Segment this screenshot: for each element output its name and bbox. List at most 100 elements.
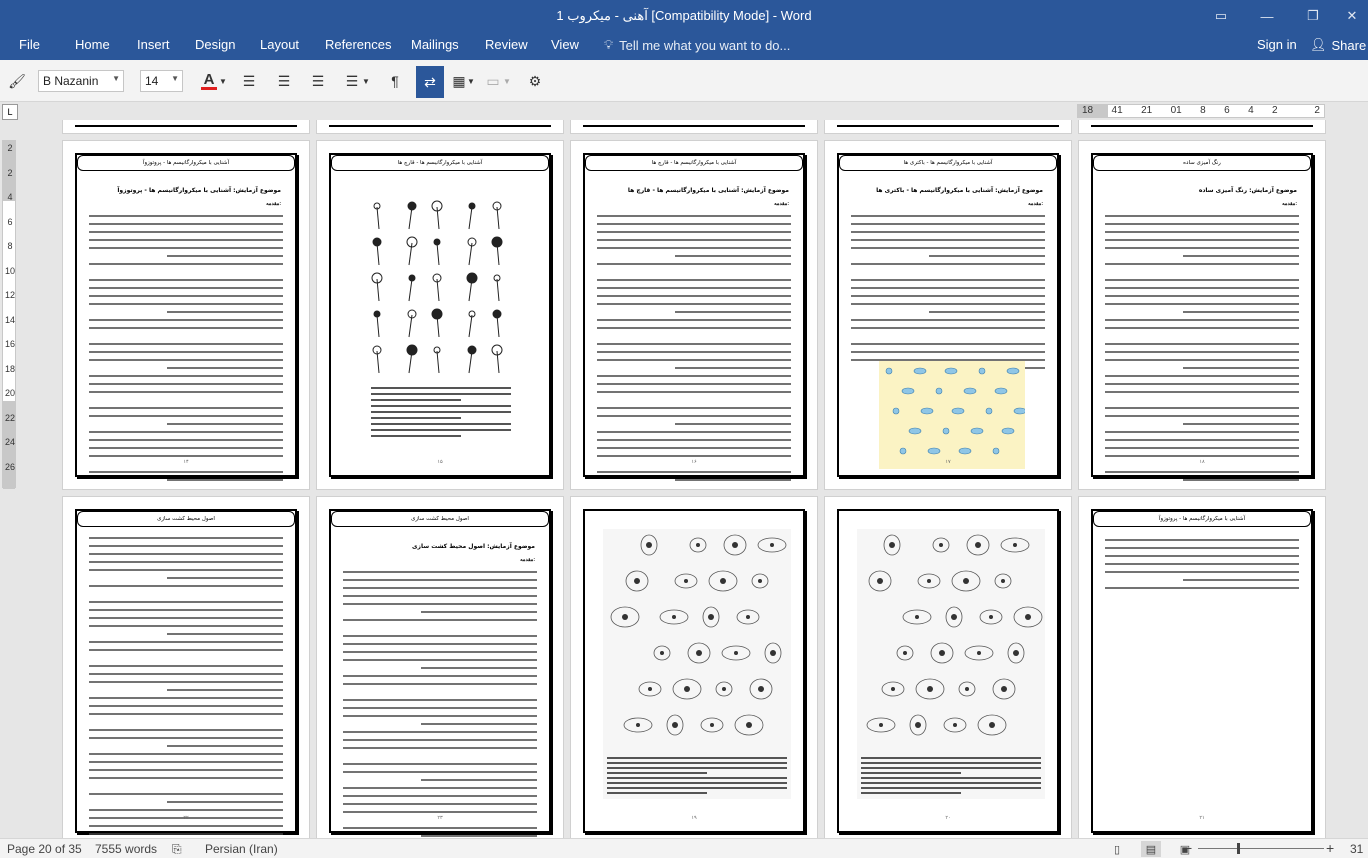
align-left-icon[interactable]: ☰: [236, 69, 262, 93]
sign-in-link[interactable]: Sign in: [1257, 37, 1297, 52]
page-thumbnail[interactable]: [62, 120, 310, 134]
tab-references[interactable]: References: [325, 37, 391, 52]
text-line: [1182, 367, 1299, 369]
horizontal-ruler[interactable]: 18 41 21 01 8 6 4 2 2: [1077, 104, 1325, 118]
tab-home[interactable]: Home: [75, 37, 110, 52]
format-painter-icon[interactable]: 🖌: [4, 69, 30, 93]
page-header: آشنایی با میکروارگانیسم ها - باکتری ها: [839, 155, 1057, 171]
tab-design[interactable]: Design: [195, 37, 235, 52]
tab-insert[interactable]: Insert: [137, 37, 170, 52]
page-thumbnail[interactable]: رنگ آمیزی ساده موضوع آزمایش: رنگ آمیزی سا…: [1078, 140, 1326, 490]
text-line: [89, 455, 283, 457]
tell-me-box[interactable]: 💡︎ Tell me what you want to do...: [604, 37, 790, 53]
text-line: [89, 303, 283, 305]
text-line: [343, 827, 537, 829]
text-line: [343, 643, 537, 645]
text-line: [597, 239, 791, 241]
chevron-down-icon[interactable]: ▼: [361, 69, 371, 93]
word-count[interactable]: 7555 words: [95, 842, 157, 856]
chevron-down-icon[interactable]: ▼: [218, 69, 228, 93]
document-area[interactable]: رنگ آمیزی ساده موضوع آزمایش: رنگ آمیزی سا…: [18, 120, 1358, 838]
file-tab[interactable]: File: [19, 37, 40, 52]
text-line: [89, 319, 283, 321]
page-thumbnail[interactable]: آشنایی با میکروارگانیسم ها - پروتوزوآ ۲۱: [1078, 496, 1326, 838]
zoom-out-icon[interactable]: −: [1184, 840, 1192, 856]
text-line: [1105, 319, 1299, 321]
text-line: [1105, 239, 1299, 241]
language-indicator[interactable]: Persian (Iran): [205, 842, 278, 856]
font-size-combo[interactable]: 14 ▼: [140, 70, 183, 92]
zoom-in-icon[interactable]: +: [1326, 840, 1334, 856]
text-line: [928, 255, 1045, 257]
vertical-ruler[interactable]: 2 2 4 6 8 10 12 14 16 18 20 22 24 26: [2, 140, 16, 489]
text-line: [1105, 383, 1299, 385]
text-line: [343, 587, 537, 589]
text-line: [597, 247, 791, 249]
page-thumbnail[interactable]: [570, 120, 818, 134]
share-button[interactable]: 👤︎ Share: [1310, 37, 1366, 53]
page-heading: موضوع آزمایش: اصول محیط کشت سازی: [412, 543, 535, 550]
chevron-down-icon[interactable]: ▼: [502, 69, 512, 93]
text-line: [89, 359, 283, 361]
zoom-slider[interactable]: [1198, 848, 1324, 849]
tab-mailings[interactable]: Mailings: [411, 37, 459, 52]
zoom-slider-thumb[interactable]: [1237, 843, 1240, 854]
text-line: [851, 247, 1045, 249]
font-name-combo[interactable]: B Nazanin ▼: [38, 70, 124, 92]
ltr-direction-icon[interactable]: ⇄: [416, 66, 444, 98]
page-thumbnail[interactable]: [316, 120, 564, 134]
rtl-paragraph-icon[interactable]: ¶: [382, 69, 408, 93]
chevron-down-icon[interactable]: ▼: [466, 69, 476, 93]
page-frame: رنگ آمیزی ساده موضوع آزمایش: رنگ آمیزی سا…: [1091, 153, 1313, 481]
page-thumbnail[interactable]: آشنایی با میکروارگانیسم ها - قارچ ها موضو…: [570, 140, 818, 490]
text-line: [1182, 423, 1299, 425]
text-line: [597, 391, 791, 393]
text-line: [89, 279, 283, 281]
text-line: [597, 375, 791, 377]
text-line: [89, 705, 283, 707]
close-icon[interactable]: ✕: [1336, 0, 1368, 32]
text-line: [89, 343, 283, 345]
page-thumbnail[interactable]: ۱۹: [570, 496, 818, 838]
minimize-icon[interactable]: —: [1244, 0, 1290, 32]
page-thumbnail[interactable]: [1078, 120, 1326, 134]
text-line: [343, 659, 537, 661]
tab-selector[interactable]: L: [2, 104, 18, 120]
page-thumbnail[interactable]: آشنایی با میکروارگانیسم ها - قارچ ها ۱۵: [316, 140, 564, 490]
align-center-icon[interactable]: ☰: [271, 69, 297, 93]
proofing-icon[interactable]: ⎘: [172, 842, 182, 857]
ruler-number: 16: [4, 339, 15, 349]
maximize-icon[interactable]: ❐: [1290, 0, 1336, 32]
customize-toolbar-icon[interactable]: ⚙: [522, 69, 548, 93]
ruler-number: 18: [4, 363, 15, 374]
page-counter[interactable]: Page 20 of 35: [7, 842, 82, 856]
text-line: [1105, 455, 1299, 457]
page-thumbnail[interactable]: آشنایی با میکروارگانیسم ها - باکتری ها مو…: [824, 140, 1072, 490]
status-bar: Page 20 of 35 7555 words ⎘ Persian (Iran…: [0, 838, 1368, 858]
tab-layout[interactable]: Layout: [260, 37, 299, 52]
page-heading: موضوع آزمایش: رنگ آمیزی ساده: [1198, 187, 1297, 194]
text-line: [166, 801, 283, 803]
text-line: [851, 319, 1045, 321]
text-line: [1105, 247, 1299, 249]
fungi-illustration: [371, 200, 511, 437]
text-line: [343, 579, 537, 581]
page-thumbnail[interactable]: [824, 120, 1072, 134]
text-line: [1105, 303, 1299, 305]
page-thumbnail[interactable]: آشنایی با میکروارگانیسم ها - پروتوزوآ موض…: [62, 140, 310, 490]
ribbon-display-options-icon[interactable]: ▭: [1198, 0, 1244, 32]
align-right-icon[interactable]: ☰: [305, 69, 331, 93]
tab-review[interactable]: Review: [485, 37, 528, 52]
page-thumbnail[interactable]: اصول محیط کشت سازی موضوع آزمایش: اصول محی…: [316, 496, 564, 838]
read-mode-icon[interactable]: ▯: [1107, 841, 1127, 857]
zoom-level[interactable]: 31 %: [1350, 842, 1368, 858]
text-line: [851, 279, 1045, 281]
text-line: [89, 295, 283, 297]
tab-view[interactable]: View: [551, 37, 579, 52]
page-thumbnail[interactable]: ۲۰: [824, 496, 1072, 838]
ruler-number: 4: [1248, 105, 1254, 116]
page-thumbnail[interactable]: اصول محیط کشت سازی ۲۲: [62, 496, 310, 838]
page-number: ۱۷: [945, 459, 951, 465]
print-layout-icon[interactable]: ▤: [1141, 841, 1161, 857]
ruler-number: 21: [1141, 105, 1153, 116]
